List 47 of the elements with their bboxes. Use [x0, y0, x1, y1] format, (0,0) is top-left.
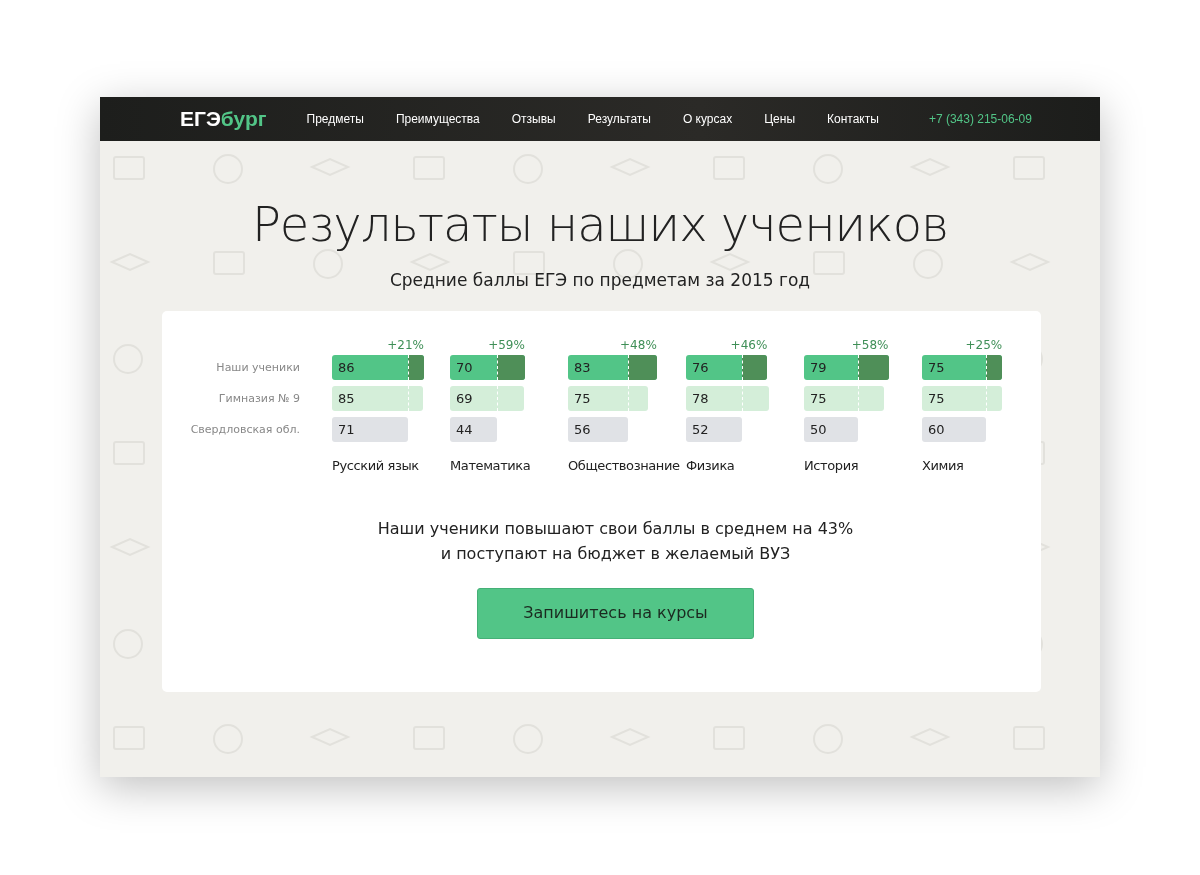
score-value: 76: [692, 360, 709, 376]
nav-link[interactable]: Результаты: [587, 110, 651, 128]
gain-label: +46%: [729, 337, 768, 355]
row-label: Свердловская обл.: [190, 422, 300, 439]
gain-label: +48%: [619, 337, 657, 355]
score-value: 83: [574, 360, 591, 376]
score-value: 44: [456, 422, 473, 438]
score-value: 79: [810, 360, 827, 376]
score-value: 75: [574, 391, 591, 407]
score-value: 70: [456, 360, 473, 376]
gain-label: +25%: [964, 337, 1003, 355]
row-label: Гимназия № 9: [217, 391, 300, 408]
score-value: 85: [338, 391, 355, 407]
gain-label: +58%: [850, 337, 889, 355]
subject-label: Математика: [450, 457, 532, 476]
score-value: 78: [692, 391, 709, 407]
nav-link[interactable]: Отзывы: [511, 110, 556, 128]
score-value: 71: [338, 422, 355, 438]
score-value: 60: [928, 422, 945, 438]
gain-label: +59%: [487, 337, 525, 355]
subject-label: История: [804, 457, 860, 476]
gain-label: +21%: [386, 337, 424, 355]
summary-text: Наши ученики повышают свои баллы в среднем на 43%: [376, 517, 855, 540]
logo: ЕГЭбург: [180, 106, 267, 133]
row-label: Наши ученики: [215, 360, 300, 377]
score-value: 86: [338, 360, 355, 376]
score-value: 69: [456, 391, 473, 407]
nav-link[interactable]: Предметы: [306, 110, 364, 128]
phone-number: +7 (343) 215-06-09: [928, 111, 1032, 128]
subject-label: Русский язык: [332, 457, 420, 476]
subject-label: Химия: [922, 457, 965, 476]
score-value: 75: [928, 360, 945, 376]
nav-link[interactable]: О курсах: [682, 110, 733, 128]
score-value: 52: [692, 422, 709, 438]
score-value: 75: [928, 391, 945, 407]
page-title: Результаты наших учеников: [250, 196, 950, 254]
subject-label: Обществознание: [568, 457, 681, 476]
subject-label: Физика: [686, 457, 736, 476]
nav-link[interactable]: Преимущества: [395, 110, 480, 128]
nav-link[interactable]: Контакты: [827, 110, 879, 128]
score-value: 50: [810, 422, 827, 438]
subtitle: Средние баллы ЕГЭ по предметам за 2015 год: [388, 268, 812, 292]
signup-button[interactable]: Запишитесь на курсы: [477, 587, 754, 639]
summary-text: и поступают на бюджет в желаемый ВУЗ: [439, 542, 792, 565]
score-value: 56: [574, 422, 591, 438]
nav-link[interactable]: Цены: [764, 110, 796, 128]
score-value: 75: [810, 391, 827, 407]
